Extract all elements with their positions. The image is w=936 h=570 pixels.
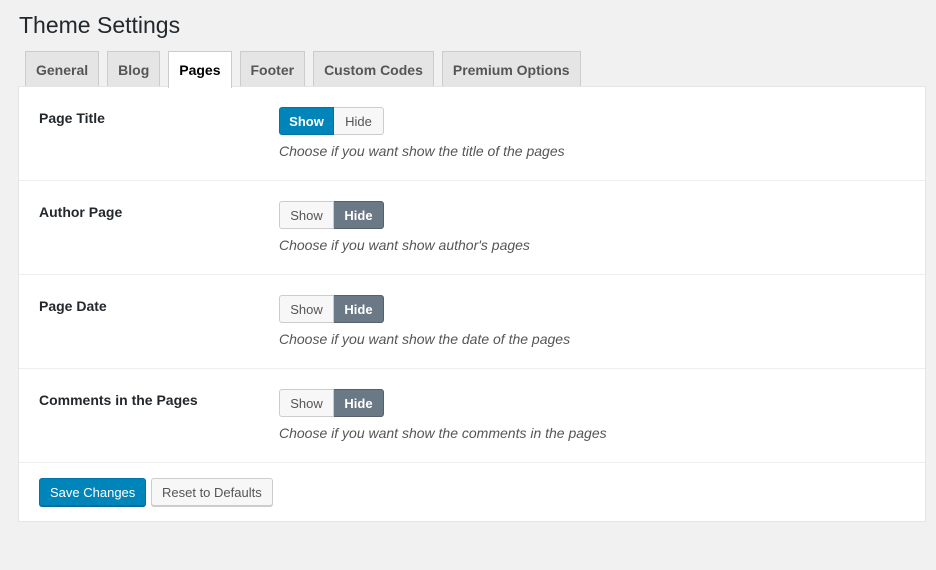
page-title-toggle: Show Hide xyxy=(279,107,384,135)
tab-general[interactable]: General xyxy=(25,51,100,87)
setting-label: Comments in the Pages xyxy=(39,392,198,408)
setting-description: Choose if you want show the title of the… xyxy=(279,143,565,159)
tab-premium-options[interactable]: Premium Options xyxy=(441,51,581,87)
setting-description: Choose if you want show the comments in … xyxy=(279,425,607,441)
reset-defaults-button[interactable]: Reset to Defaults xyxy=(151,478,273,506)
setting-label: Author Page xyxy=(39,204,123,220)
page-date-toggle: Show Hide xyxy=(279,295,384,323)
save-changes-button[interactable]: Save Changes xyxy=(39,478,147,506)
tab-blog[interactable]: Blog xyxy=(107,51,161,87)
settings-tabs: General Blog Pages Footer Custom Codes P… xyxy=(25,51,581,88)
form-actions: Save Changes Reset to Defaults xyxy=(19,463,925,521)
setting-row-page-date: Page Date Show Hide Choose if you want s… xyxy=(19,275,925,369)
show-button[interactable]: Show xyxy=(279,107,334,135)
show-button[interactable]: Show xyxy=(279,389,334,417)
hide-button[interactable]: Hide xyxy=(334,107,384,135)
theme-settings-page: Theme Settings General Blog Pages Footer… xyxy=(0,0,936,570)
tab-pages[interactable]: Pages xyxy=(168,51,232,88)
tab-custom-codes[interactable]: Custom Codes xyxy=(313,51,434,87)
setting-row-comments: Comments in the Pages Show Hide Choose i… xyxy=(19,369,925,463)
settings-panel: Page Title Show Hide Choose if you want … xyxy=(18,86,926,522)
page-title: Theme Settings xyxy=(19,12,181,38)
hide-button[interactable]: Hide xyxy=(334,201,384,229)
show-button[interactable]: Show xyxy=(279,201,334,229)
show-button[interactable]: Show xyxy=(279,295,334,323)
comments-toggle: Show Hide xyxy=(279,389,384,417)
setting-label: Page Date xyxy=(39,298,107,314)
tab-footer[interactable]: Footer xyxy=(239,51,306,87)
author-page-toggle: Show Hide xyxy=(279,201,384,229)
setting-label: Page Title xyxy=(39,110,105,126)
setting-description: Choose if you want show the date of the … xyxy=(279,331,571,347)
hide-button[interactable]: Hide xyxy=(334,295,384,323)
setting-row-author-page: Author Page Show Hide Choose if you want… xyxy=(19,181,925,275)
hide-button[interactable]: Hide xyxy=(334,389,384,417)
setting-row-page-title: Page Title Show Hide Choose if you want … xyxy=(19,87,925,181)
setting-description: Choose if you want show author's pages xyxy=(279,237,530,253)
